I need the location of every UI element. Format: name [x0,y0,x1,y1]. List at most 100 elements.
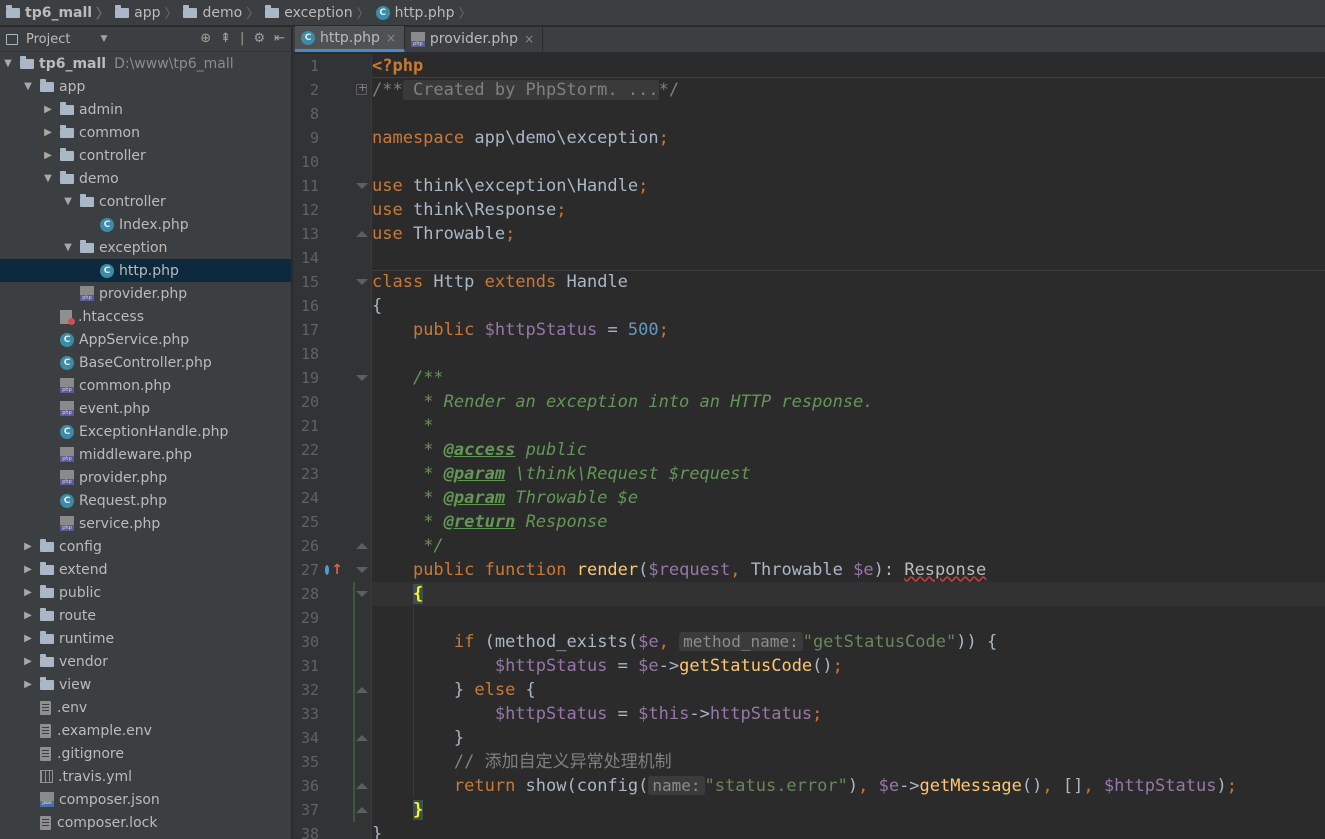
tree-item[interactable]: ▶ common [0,121,291,144]
tree-item[interactable]: middleware.php [0,443,291,466]
code-line[interactable] [372,102,1325,126]
tree-item[interactable]: .gitignore [0,742,291,765]
code-line[interactable] [372,150,1325,174]
tree-item[interactable]: ▶ extend [0,558,291,581]
breadcrumb-item[interactable]: tp6_mall 〉 [6,3,115,22]
code-line[interactable]: $httpStatus = $this->httpStatus; [372,702,1325,726]
code-line[interactable]: /** [372,366,1325,390]
expand-right-icon[interactable]: ▶ [22,633,34,644]
close-icon[interactable]: × [386,31,396,45]
tree-item[interactable]: .htaccess [0,305,291,328]
code-line[interactable]: * [372,414,1325,438]
tree-item[interactable]: C ExceptionHandle.php [0,420,291,443]
fold-collapse-icon[interactable] [356,543,368,549]
tree-item[interactable]: ▶ route [0,604,291,627]
fold-collapse-icon[interactable] [356,567,368,573]
tree-item[interactable]: .example.env [0,719,291,742]
tree-item[interactable]: C AppService.php [0,328,291,351]
collapse-all-icon[interactable]: ⇞ [220,31,231,46]
tree-item[interactable]: C Index.php [0,213,291,236]
code-line[interactable]: * Render an exception into an HTTP respo… [372,390,1325,414]
tree-item[interactable]: ▶ controller [0,144,291,167]
expand-down-icon[interactable]: ▼ [22,81,34,92]
expand-right-icon[interactable]: ▶ [22,541,34,552]
tree-item[interactable]: ▶ config [0,535,291,558]
code-line[interactable] [372,342,1325,366]
expand-right-icon[interactable]: ▶ [22,610,34,621]
breadcrumb-item[interactable]: demo 〉 [183,3,265,22]
locate-icon[interactable]: ⊕ [200,31,211,46]
code-line[interactable]: */ [372,534,1325,558]
code-line[interactable]: public $httpStatus = 500; [372,318,1325,342]
code-line[interactable]: * @return Response [372,510,1325,534]
fold-collapse-icon[interactable] [356,279,368,285]
fold-collapse-icon[interactable] [356,183,368,189]
fold-collapse-icon[interactable] [356,687,368,693]
code-line[interactable]: return show(config(name: "status.error"),… [372,774,1325,798]
tree-item[interactable]: ▶ view [0,673,291,696]
expand-right-icon[interactable]: ▶ [22,564,34,575]
code-line[interactable]: $httpStatus = $e->getStatusCode(); [372,654,1325,678]
editor-tab[interactable]: Chttp.php × [295,26,405,52]
tree-item[interactable]: ▶ admin [0,98,291,121]
expand-down-icon[interactable]: ▼ [2,58,14,69]
tree-item[interactable]: event.php [0,397,291,420]
code-line[interactable]: * @access public [372,438,1325,462]
code-line[interactable]: class Http extends Handle [372,270,1325,294]
code-line[interactable]: } else { [372,678,1325,702]
fold-collapse-icon[interactable] [356,231,368,237]
chevron-down-icon[interactable]: ▼ [100,34,107,44]
editor-tab[interactable]: provider.php × [405,26,544,52]
code-line[interactable]: * @param Throwable $e [372,486,1325,510]
tree-item[interactable]: ▼ tp6_mall D:\www\tp6_mall [0,52,291,75]
tree-item[interactable]: service.php [0,512,291,535]
code-line[interactable]: use Throwable; [372,222,1325,246]
tree-item[interactable]: Chttp.php [0,259,291,282]
code-line[interactable]: * @param \think\Request $request [372,462,1325,486]
tree-item[interactable]: ▶ public [0,581,291,604]
expand-right-icon[interactable]: ▶ [22,679,34,690]
tree-item[interactable]: ▼ demo [0,167,291,190]
code-editor[interactable]: 1 <?php 2/** Created by PhpStorm. ...*/8 9 n… [293,54,1325,839]
expand-right-icon[interactable]: ▶ [42,104,54,115]
code-line[interactable]: <?php [372,54,1325,78]
expand-right-icon[interactable]: ▶ [22,587,34,598]
expand-right-icon[interactable]: ▶ [42,127,54,138]
fold-collapse-icon[interactable] [356,783,368,789]
tree-item[interactable]: ▶ runtime [0,627,291,650]
tree-item[interactable]: .env [0,696,291,719]
code-line[interactable]: if (method_exists($e, method_name: "getSt… [372,630,1325,654]
tree-item[interactable]: ▼ app [0,75,291,98]
tree-item[interactable]: composer.lock [0,811,291,834]
code-line[interactable]: namespace app\demo\exception; [372,126,1325,150]
tree-item[interactable]: provider.php [0,466,291,489]
fold-collapse-icon[interactable] [356,735,368,741]
expand-down-icon[interactable]: ▼ [62,196,74,207]
tree-item[interactable]: provider.php [0,282,291,305]
code-line[interactable] [372,246,1325,270]
expand-right-icon[interactable]: ▶ [22,656,34,667]
code-line[interactable]: /** Created by PhpStorm. ...*/ [372,78,1325,102]
tree-item[interactable]: C Request.php [0,489,291,512]
fold-expand-icon[interactable] [356,81,367,95]
breadcrumb-item[interactable]: exception 〉 [265,3,375,22]
code-line[interactable]: { [372,294,1325,318]
tree-item[interactable]: ▼ controller [0,190,291,213]
code-line[interactable]: { [372,582,1325,606]
code-line[interactable]: } [372,822,1325,839]
gear-icon[interactable]: ⚙ [253,31,265,46]
fold-collapse-icon[interactable] [356,591,368,597]
expand-right-icon[interactable]: ▶ [42,150,54,161]
fold-collapse-icon[interactable] [356,375,368,381]
tree-item[interactable]: common.php [0,374,291,397]
override-method-icon[interactable]: ↑ [325,562,343,578]
code-line[interactable]: use think\Response; [372,198,1325,222]
code-line[interactable]: } [372,798,1325,822]
breadcrumb-item[interactable]: app 〉 [115,3,183,22]
code-line[interactable]: use think\exception\Handle; [372,174,1325,198]
tree-item[interactable]: composer.json [0,788,291,811]
code-line[interactable] [372,606,1325,630]
close-icon[interactable]: × [524,32,534,46]
fold-collapse-icon[interactable] [356,807,368,813]
tree-item[interactable]: .travis.yml [0,765,291,788]
